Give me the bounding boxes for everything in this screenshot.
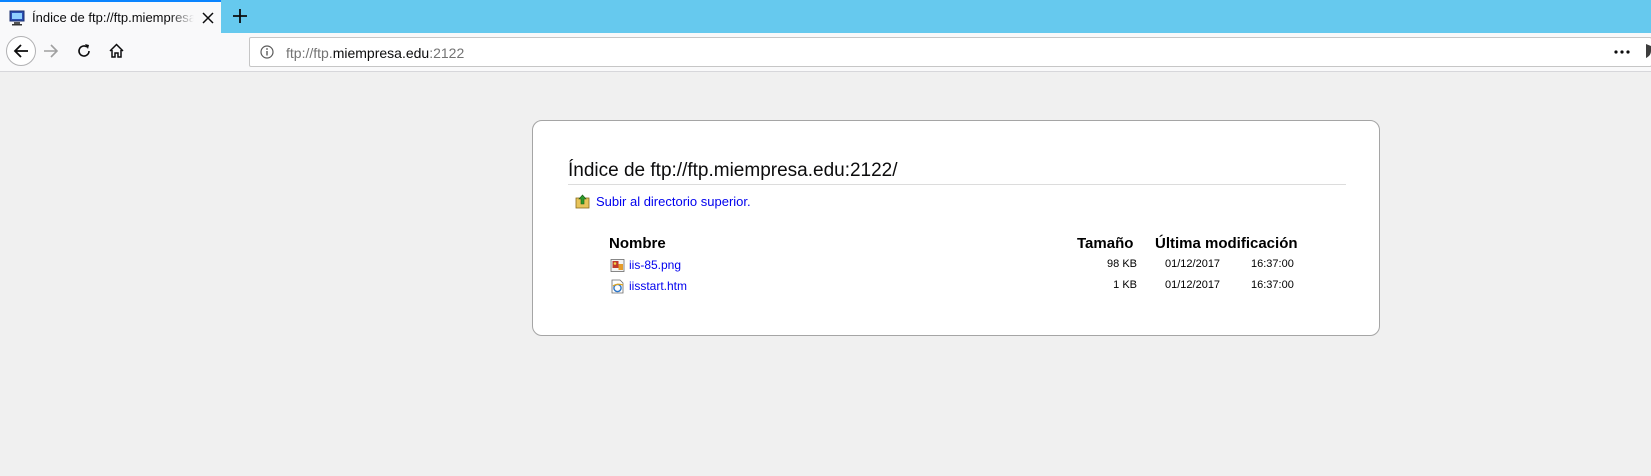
file-date: 01/12/2017 [1165,279,1221,291]
file-time: 16:37:00 [1251,279,1294,291]
url-bar[interactable]: ftp://ftp.miempresa.edu:2122 [249,37,1651,67]
forward-arrow-icon[interactable] [43,43,59,59]
column-header-size: Tamaño [1077,235,1134,252]
page-title: Índice de ftp://ftp.miempresa.edu:2122/ [568,160,1346,185]
more-dots-icon[interactable] [1614,50,1630,54]
file-link[interactable]: iis-85.png [629,258,681,272]
url-prefix: ftp://ftp. [286,45,333,61]
shield-icon[interactable] [1641,43,1651,59]
url-suffix: :2122 [429,45,465,61]
plus-icon[interactable] [231,7,249,25]
html-file-icon [611,279,624,294]
back-button[interactable] [6,36,36,66]
reload-icon[interactable] [76,43,92,59]
file-row: iisstart.htm 1 KB 01/12/2017 16:37:00 [533,276,1381,296]
directory-listing-panel: Índice de ftp://ftp.miempresa.edu:2122/ … [532,120,1380,336]
info-icon[interactable] [260,45,274,59]
folder-up-icon [575,194,590,209]
url-host: miempresa.edu [332,45,430,61]
url-text[interactable]: ftp://ftp.miempresa.edu:2122 [286,45,464,61]
home-icon[interactable] [108,42,125,59]
nav-bar: ftp://ftp.miempresa.edu:2122 [0,33,1651,72]
file-time: 16:37:00 [1251,258,1294,270]
file-date: 01/12/2017 [1165,258,1221,270]
back-arrow-icon [13,44,28,58]
file-row: iis-85.png 98 KB 01/12/2017 16:37:00 [533,255,1381,275]
tab-strip: Índice de ftp://ftp.miempresa.edu:2122/ [0,0,1651,33]
up-directory-label[interactable]: Subir al directorio superior. [596,194,751,209]
column-header-name: Nombre [609,235,666,252]
image-file-icon [610,259,625,272]
file-size: 98 KB [1107,258,1137,270]
tab-active[interactable]: Índice de ftp://ftp.miempresa.edu:2122/ [0,0,221,33]
close-icon[interactable] [201,11,215,25]
computer-icon [9,10,25,26]
up-directory-link[interactable]: Subir al directorio superior. [575,194,751,209]
column-header-modified: Última modificación [1155,235,1298,252]
file-size: 1 KB [1113,279,1137,291]
tab-title: Índice de ftp://ftp.miempresa.edu:2122/ [32,10,194,25]
file-link[interactable]: iisstart.htm [629,279,687,293]
